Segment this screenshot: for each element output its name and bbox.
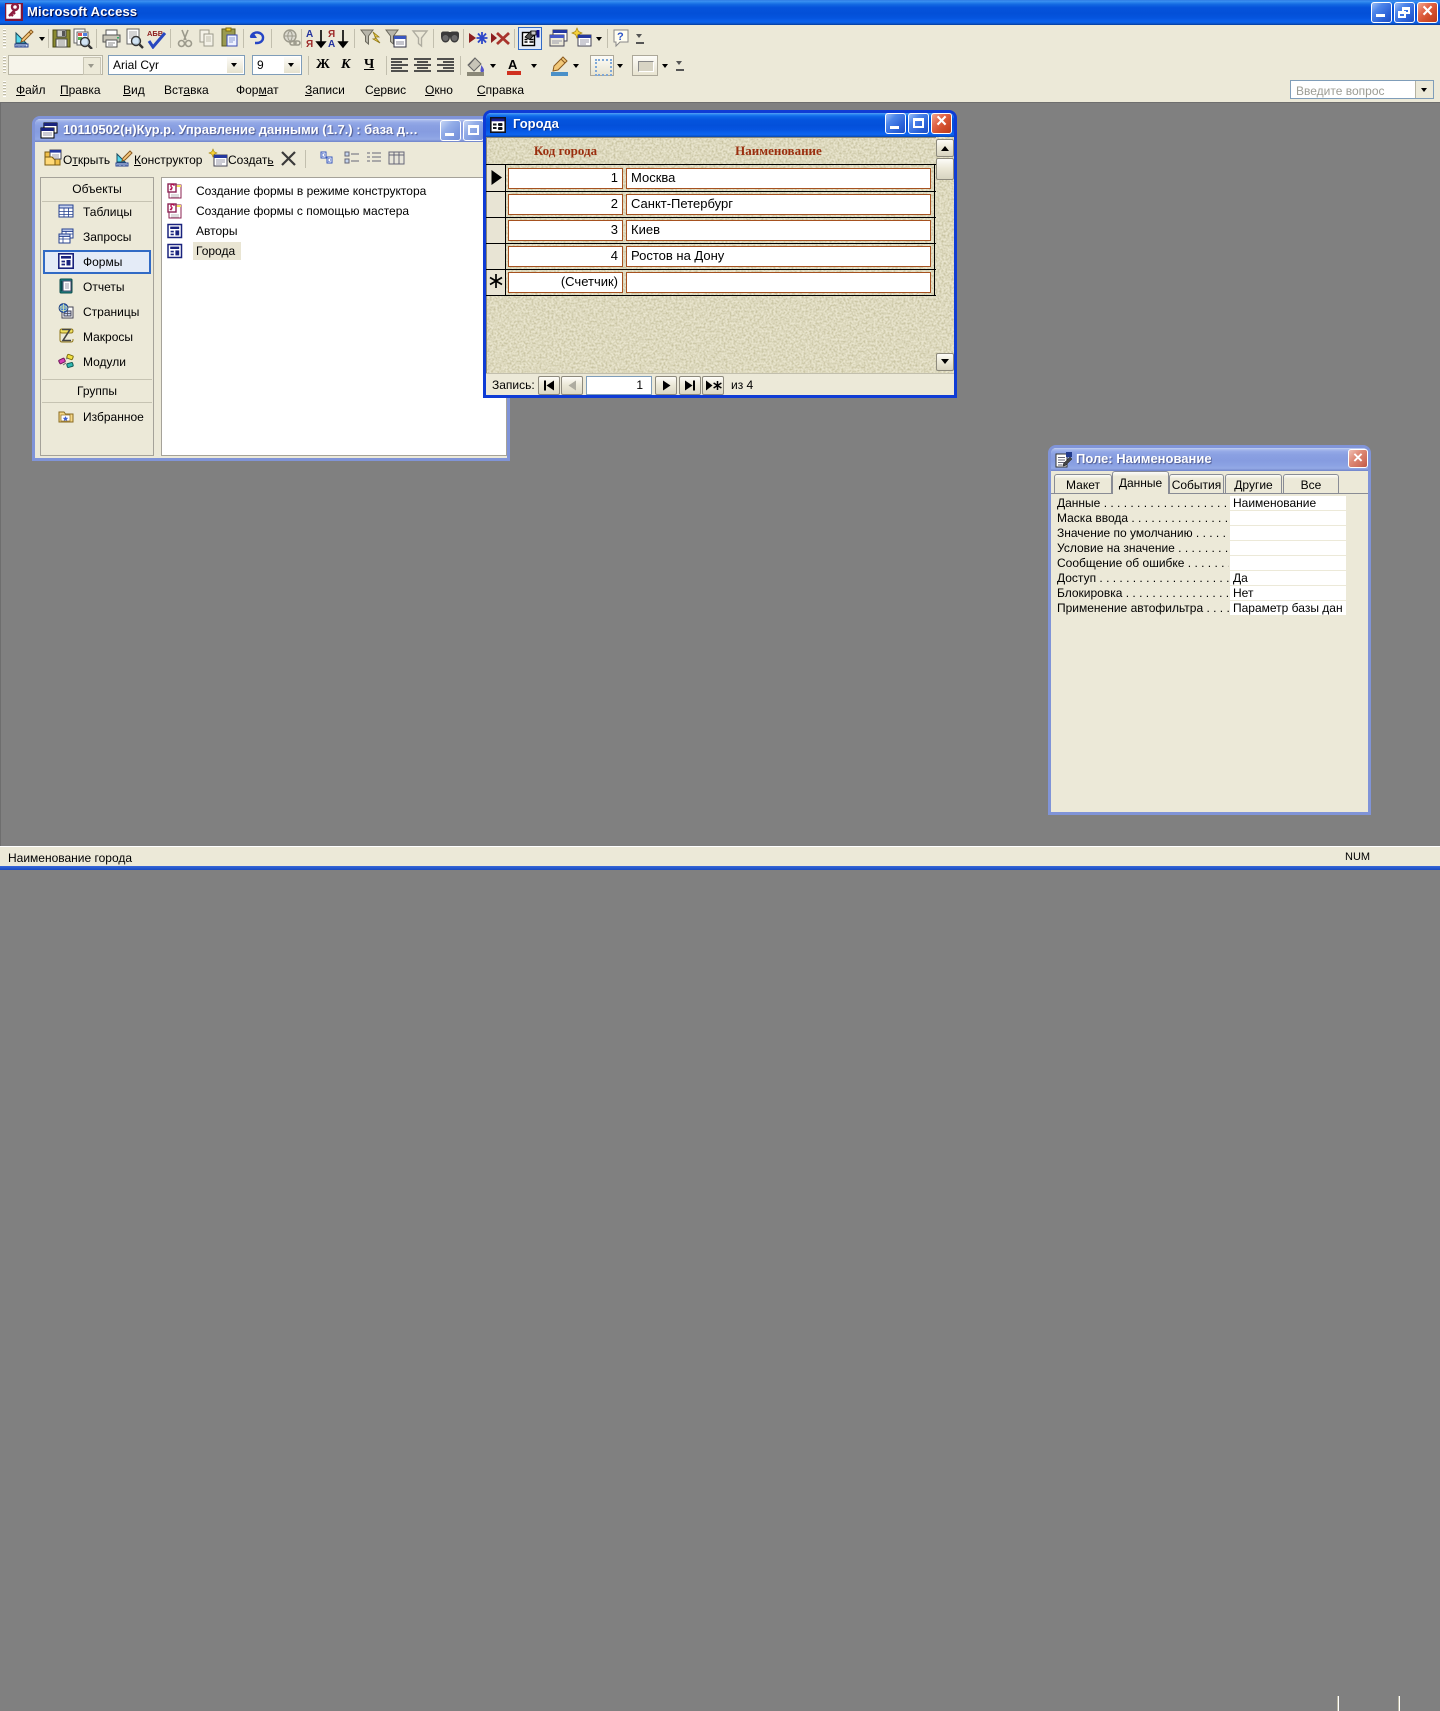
svg-text:А: А bbox=[328, 39, 335, 49]
svg-text:Я: Я bbox=[306, 39, 313, 49]
svg-text:?: ? bbox=[617, 31, 624, 43]
svg-text:D: D bbox=[322, 153, 326, 159]
svg-text:D: D bbox=[328, 158, 332, 164]
